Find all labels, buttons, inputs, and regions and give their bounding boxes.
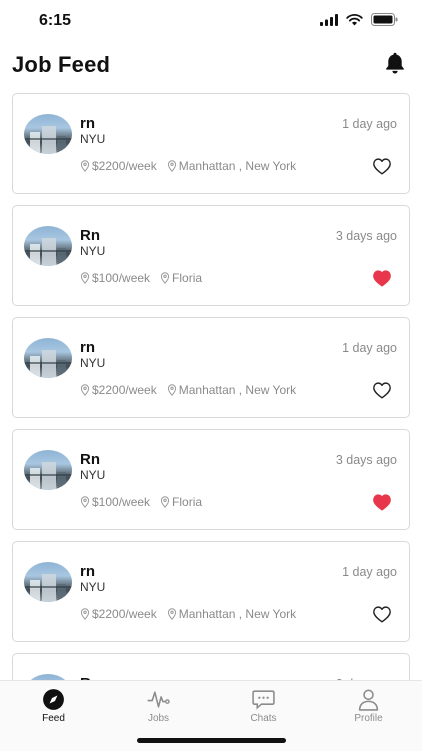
heart-icon[interactable] [372,493,392,511]
pulse-icon [147,691,170,708]
job-avatar [24,114,72,154]
job-posted-time: 1 day ago [342,117,397,131]
job-posted-time: 3 days ago [335,453,397,467]
job-card[interactable]: rn NYU 1 day ago $2200/week Manhattan , New … [12,541,410,642]
job-posted-time: 1 day ago [342,565,397,579]
job-card[interactable]: RnNYU 3 days ago $100/week Floria [12,429,410,530]
job-location: Floria [172,271,203,285]
status-bar: 6:15 [0,0,422,44]
wifi-icon [346,13,363,25]
location-pin-icon [80,160,90,172]
job-posted-time: 1 day ago [342,341,397,355]
chat-icon [252,690,275,710]
job-meta: $2200/week Manhattan , New York [80,383,296,397]
job-avatar [24,562,72,602]
job-avatar [24,338,72,378]
status-time: 6:15 [39,12,72,29]
job-meta: $100/week Floria [80,271,202,285]
job-location: Floria [172,495,203,509]
person-icon [358,689,379,711]
job-location: Manhattan , New York [178,383,297,397]
location-pin-icon [160,496,170,508]
job-rate: $100/week [92,495,151,509]
job-card[interactable]: RnNYU3 days ago$100/weekFloria [12,653,410,680]
location-pin-icon [80,608,90,620]
job-title: Rn [80,227,100,244]
job-card[interactable]: rn NYU 1 day ago $2200/week Manhattan , New … [12,93,410,194]
tab-feed[interactable]: Feed [1,681,106,737]
job-school: NYU [80,468,106,482]
job-title: rn [80,115,95,132]
location-pin-icon [80,272,90,284]
status-icons [320,13,398,26]
heart-icon[interactable] [372,381,392,399]
job-avatar [24,226,72,266]
battery-icon [371,13,398,26]
heart-icon[interactable] [372,157,392,175]
tab-chats[interactable]: Chats [211,681,316,737]
job-location: Manhattan , New York [178,159,297,173]
job-meta: $100/week Floria [80,495,202,509]
tab-jobs[interactable]: Jobs [106,681,211,737]
home-indicator [137,738,286,743]
heart-icon[interactable] [372,605,392,623]
job-card[interactable]: RnNYU 3 days ago $100/week Floria [12,205,410,306]
location-pin-icon [160,272,170,284]
job-title: rn [80,563,95,580]
job-rate: $2200/week [92,159,157,173]
tab-label: Jobs [147,713,170,724]
page-title: Job Feed [12,52,111,77]
job-avatar [24,450,72,490]
job-school: NYU [80,580,106,594]
job-title: rn [80,339,95,356]
location-pin-icon [167,608,176,620]
job-rate: $2200/week [92,607,157,621]
job-rate: $100/week [92,271,151,285]
location-pin-icon [80,496,90,508]
bell-icon[interactable] [382,50,408,76]
location-pin-icon [167,384,176,396]
job-location: Manhattan , New York [178,607,297,621]
tab-profile[interactable]: Profile [316,681,421,737]
job-title: Rn [80,451,100,468]
job-feed-list[interactable]: rn NYU 1 day ago $2200/week Manhattan , New … [12,93,410,680]
signal-icon [320,13,338,26]
job-meta: $2200/week Manhattan , New York [80,607,296,621]
job-school: NYU [80,244,106,258]
job-meta: $2200/week Manhattan , New York [80,159,296,173]
header: Job Feed [0,44,422,88]
job-school: NYU [80,132,106,146]
job-posted-time: 3 days ago [335,229,397,243]
job-school: NYU [80,356,106,370]
job-rate: $2200/week [92,383,157,397]
heart-icon[interactable] [372,269,392,287]
tab-label: Profile [354,713,383,724]
compass-icon [43,689,64,710]
job-card[interactable]: rn NYU 1 day ago $2200/week Manhattan , New … [12,317,410,418]
location-pin-icon [167,160,176,172]
location-pin-icon [80,384,90,396]
tab-label: Chats [250,713,277,724]
tab-label: Feed [42,713,65,724]
